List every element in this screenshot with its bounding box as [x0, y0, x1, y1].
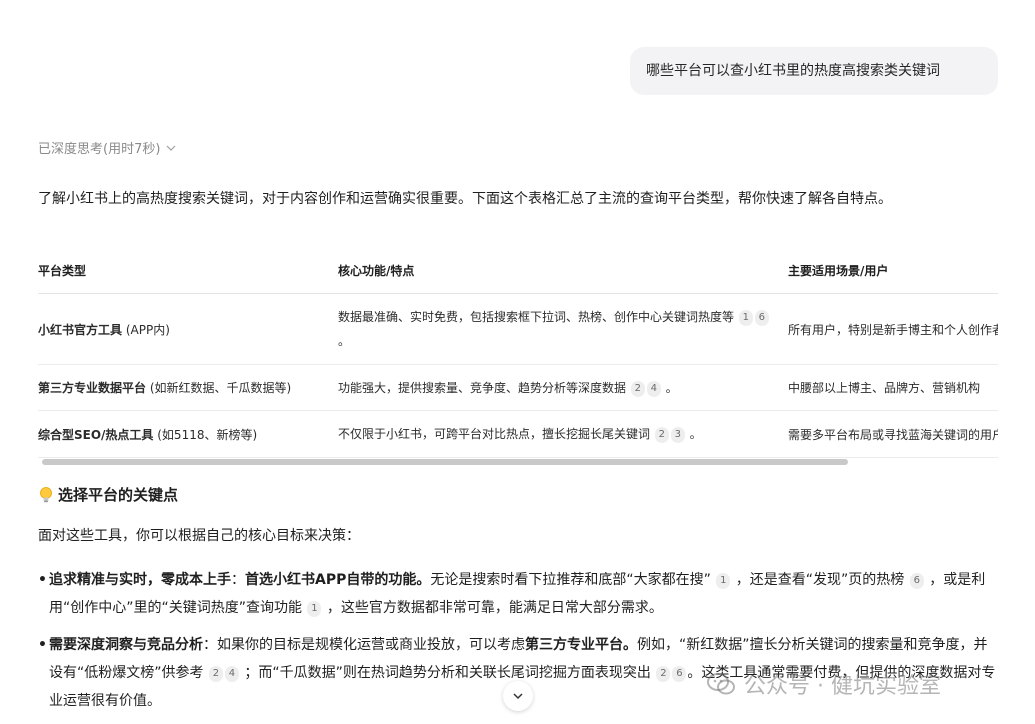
feature-text: 功能强大，提供搜索量、竞争度、趋势分析等深度数据 [338, 380, 627, 395]
answer-intro: 了解小红书上的高热度搜索关键词，对于内容创作和运营确实很重要。下面这个表格汇总了… [38, 191, 892, 207]
platform-type-cell: 综合型SEO/热点工具 (如5118、新榜等) [38, 410, 338, 458]
scene-cell: 中腰部以上博主、品牌方、营销机构 [788, 364, 998, 411]
citation-badge[interactable]: 1 [738, 310, 753, 326]
feature-cell: 功能强大，提供搜索量、竞争度、趋势分析等深度数据 24 。 [338, 364, 788, 411]
bullet-text: ，这些官方数据都非常可靠，能满足日常大部分需求。 [326, 600, 663, 616]
citation-badge[interactable]: 4 [646, 380, 661, 397]
citation-badge[interactable]: 2 [208, 666, 223, 682]
bullet-text: 无论是搜索时看下拉推荐和底部“大家都在搜” [430, 572, 711, 588]
chevron-down-icon [166, 145, 176, 151]
platform-note: (APP内) [122, 322, 170, 337]
table-row: 第三方专业数据平台 (如新红数据、千瓜数据等) 功能强大，提供搜索量、竞争度、趋… [38, 364, 998, 411]
bullet-label: 追求精准与实时，零成本上手 [49, 572, 231, 588]
platform-note: (如新红数据、千瓜数据等) [146, 381, 292, 395]
bullet-colon: ： [203, 637, 217, 653]
citation-badge[interactable]: 6 [672, 666, 687, 682]
bullet-dot: • [38, 637, 47, 653]
bullet-text: ，还是查看“发现”页的热榜 [735, 572, 905, 588]
comparison-table-container: 平台类型 核心功能/特点 主要适用场景/用户 小红书官方工具 (APP内) 数据… [38, 248, 998, 468]
thinking-toggle[interactable]: 已深度思考(用时7秒) [38, 138, 178, 157]
feature-cell: 数据最准确、实时免费，包括搜索框下拉词、热榜、创作中心关键词热度等 16 。 [338, 293, 788, 365]
section-intro: 面对这些工具，你可以根据自己的核心目标来决策： [38, 528, 360, 544]
citation-badge[interactable]: 4 [224, 666, 239, 682]
feature-end: 。 [338, 334, 351, 348]
citation-badge[interactable]: 2 [630, 380, 645, 397]
section-heading: 选择平台的关键点 [38, 484, 178, 505]
bullet-strong: 首选小红书APP自带的功能。 [245, 572, 431, 588]
feature-cell: 不仅限于小红书，可跨平台对比热点，擅长挖掘长尾关键词 23 。 [338, 410, 788, 458]
lightbulb-icon [40, 486, 52, 502]
platform-type: 小红书官方工具 [38, 322, 123, 337]
citation-badge[interactable]: 6 [909, 573, 924, 589]
citation-badge[interactable]: 2 [656, 666, 671, 682]
table-header-row: 平台类型 核心功能/特点 主要适用场景/用户 [38, 248, 998, 294]
thinking-status: 已深度思考(用时7秒) [38, 142, 161, 157]
feature-text: 数据最准确、实时免费，包括搜索框下拉词、热榜、创作中心关键词热度等 [338, 310, 735, 324]
watermark: 公众号 · 健坑实验室 [706, 668, 941, 700]
platform-type-cell: 小红书官方工具 (APP内) [38, 293, 338, 365]
watermark-text: 公众号 · 健坑实验室 [744, 674, 941, 699]
citation-badge[interactable]: 6 [754, 310, 769, 326]
platform-type: 第三方专业数据平台 [38, 381, 147, 395]
bullet-text: 如果你的目标是规模化运营或商业投放，可以考虑 [217, 637, 525, 653]
bullet-label: 需要深度洞察与竞品分析 [49, 637, 203, 653]
feature-end: 。 [665, 380, 678, 395]
chat-page: 哪些平台可以查小红书里的热度高搜索类关键词 已深度思考(用时7秒) 了解小红书上… [0, 0, 1035, 724]
table-row: 综合型SEO/热点工具 (如5118、新榜等) 不仅限于小红书，可跨平台对比热点… [38, 410, 998, 458]
scrollbar-thumb[interactable] [42, 459, 848, 465]
comparison-table: 平台类型 核心功能/特点 主要适用场景/用户 小红书官方工具 (APP内) 数据… [38, 248, 998, 458]
feature-end: 。 [689, 427, 702, 441]
citation-badge[interactable]: 1 [307, 601, 322, 617]
section-title: 选择平台的关键点 [58, 486, 179, 504]
scene-cell: 需要多平台布局或寻找蓝海关键词的用户 [788, 410, 998, 458]
wechat-icon [707, 673, 735, 695]
table-header: 核心功能/特点 [338, 248, 788, 294]
citation-badge[interactable]: 2 [654, 427, 669, 443]
citation-badge[interactable]: 1 [716, 573, 731, 589]
platform-type: 综合型SEO/热点工具 [38, 427, 154, 442]
citation-badge[interactable]: 3 [670, 427, 685, 443]
table-header: 主要适用场景/用户 [788, 248, 998, 294]
chevron-down-icon [513, 693, 523, 700]
table-row: 小红书官方工具 (APP内) 数据最准确、实时免费，包括搜索框下拉词、热榜、创作… [38, 293, 998, 365]
feature-text: 不仅限于小红书，可跨平台对比热点，擅长挖掘长尾关键词 [338, 427, 651, 441]
list-item: • 追求精准与实时，零成本上手：首选小红书APP自带的功能。无论是搜索时看下拉推荐… [38, 566, 1000, 622]
scroll-to-bottom-button[interactable] [503, 681, 533, 711]
bullet-text: ；而“千瓜数据”则在热词趋势分析和关联长尾词挖掘方面表现突出 [244, 665, 651, 681]
bullet-dot: • [38, 572, 47, 588]
platform-note: (如5118、新榜等) [153, 427, 258, 442]
bullet-colon: ： [231, 572, 245, 588]
scene-cell: 所有用户，特别是新手博主和个人创作者 [788, 293, 998, 365]
table-header: 平台类型 [38, 248, 338, 294]
bullet-strong: 第三方专业平台。 [525, 637, 637, 653]
table-horizontal-scrollbar[interactable] [38, 457, 998, 467]
user-message-bubble: 哪些平台可以查小红书里的热度高搜索类关键词 [630, 47, 998, 95]
platform-type-cell: 第三方专业数据平台 (如新红数据、千瓜数据等) [38, 364, 338, 411]
